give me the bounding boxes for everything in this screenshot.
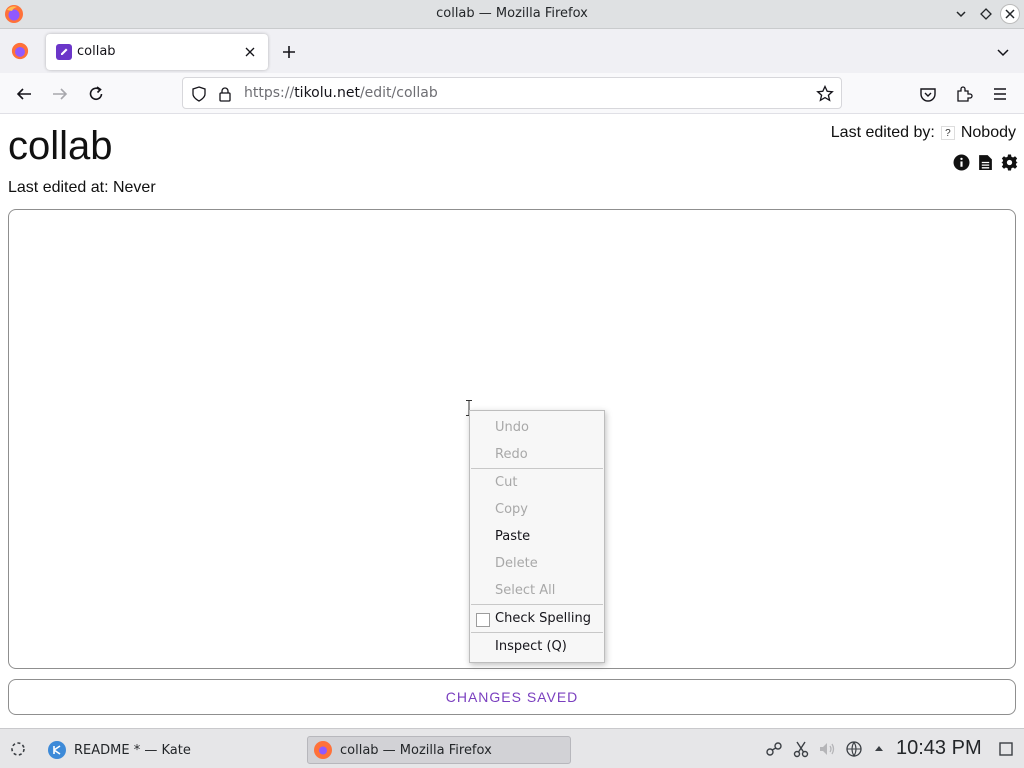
list-all-tabs-icon[interactable] <box>992 41 1014 63</box>
menu-item-check-spelling[interactable]: Check Spelling <box>470 606 604 632</box>
last-edited-by-user: Nobody <box>960 124 1016 141</box>
window-titlebar: collab — Mozilla Firefox <box>0 0 1024 29</box>
app-launcher-icon[interactable] <box>8 739 28 759</box>
kde-connect-icon[interactable] <box>764 739 784 759</box>
url-text[interactable]: https://tikolu.net/edit/collab <box>244 85 438 101</box>
new-tab-icon[interactable] <box>278 41 300 63</box>
taskbar-clock[interactable]: 10:43 PM <box>896 737 982 760</box>
menu-item-select-all[interactable]: Select All <box>470 578 604 604</box>
close-window-button[interactable] <box>1000 4 1020 24</box>
menu-separator <box>471 604 603 605</box>
info-icon[interactable] <box>952 153 970 171</box>
check-spelling-checkbox[interactable] <box>476 613 490 627</box>
menu-item-copy[interactable]: Copy <box>470 497 604 523</box>
pocket-icon[interactable] <box>916 82 940 106</box>
back-arrow-icon[interactable] <box>12 82 36 106</box>
bookmark-star-icon[interactable] <box>816 85 834 103</box>
menu-item-undo[interactable]: Undo <box>470 415 604 441</box>
taskbar-item-kate[interactable]: README * — Kate <box>42 736 302 764</box>
firefox-view-button[interactable] <box>8 39 32 63</box>
page-title: collab <box>8 124 113 168</box>
url-bar[interactable]: https://tikolu.net/edit/collab <box>182 77 842 109</box>
gear-icon[interactable] <box>1000 153 1018 171</box>
minimize-button[interactable] <box>951 4 971 24</box>
menu-hamburger-icon[interactable] <box>988 82 1012 106</box>
document-icon[interactable] <box>976 153 994 171</box>
reload-icon[interactable] <box>84 82 108 106</box>
page-action-icons <box>952 153 1018 171</box>
menu-separator <box>471 468 603 469</box>
context-menu: Undo Redo Cut Copy Paste Delete Select A… <box>469 410 605 663</box>
last-edited-by-label: Last edited by: <box>830 124 935 141</box>
network-icon[interactable] <box>844 739 864 759</box>
kate-icon <box>48 741 66 759</box>
check-spelling-label: Check Spelling <box>495 611 591 626</box>
shield-icon[interactable] <box>190 85 208 103</box>
last-edited-by: Last edited by: ? Nobody <box>831 124 1016 142</box>
volume-icon[interactable] <box>817 739 837 759</box>
save-status: CHANGES SAVED <box>8 679 1016 715</box>
menu-item-paste[interactable]: Paste <box>470 524 604 550</box>
tab-label: collab <box>77 44 116 59</box>
lock-icon[interactable] <box>216 85 234 103</box>
menu-separator <box>471 632 603 633</box>
extensions-icon[interactable] <box>952 82 976 106</box>
url-host: tikolu.net <box>294 85 360 101</box>
user-badge-icon: ? <box>940 126 955 140</box>
taskbar-item-firefox[interactable]: collab — Mozilla Firefox <box>307 736 571 764</box>
maximize-button[interactable] <box>976 4 996 24</box>
taskbar: README * — Kate collab — Mozilla Firefox… <box>0 728 1024 768</box>
menu-item-redo[interactable]: Redo <box>470 442 604 468</box>
menu-item-delete[interactable]: Delete <box>470 551 604 577</box>
taskbar-item-label: README * — Kate <box>74 742 191 758</box>
scissors-clipboard-icon[interactable] <box>791 739 811 759</box>
menu-item-cut[interactable]: Cut <box>470 470 604 496</box>
show-desktop-icon[interactable] <box>996 739 1016 759</box>
last-edited-at: Last edited at: Never <box>8 179 156 196</box>
window-title: collab — Mozilla Firefox <box>436 6 588 21</box>
forward-arrow-icon[interactable] <box>48 82 72 106</box>
url-scheme: https:// <box>244 85 295 101</box>
pencil-favicon-icon <box>56 44 72 60</box>
taskbar-item-label: collab — Mozilla Firefox <box>340 742 492 758</box>
tab-collab[interactable]: collab <box>46 34 268 70</box>
navigation-toolbar: https://tikolu.net/edit/collab <box>0 73 1024 114</box>
tab-strip: collab <box>0 29 1024 73</box>
menu-item-inspect[interactable]: Inspect (Q) <box>470 634 604 660</box>
close-tab-icon[interactable] <box>240 42 260 62</box>
firefox-icon <box>314 741 332 759</box>
tray-expand-arrow-icon[interactable] <box>869 739 889 759</box>
url-path: /edit/collab <box>359 85 438 101</box>
